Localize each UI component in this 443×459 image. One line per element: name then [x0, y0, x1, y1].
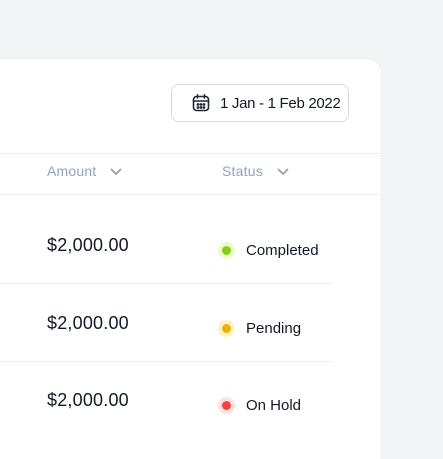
row-amount: $2,000.00 — [47, 235, 129, 255]
row-divider — [0, 361, 333, 362]
header-divider — [0, 153, 381, 154]
calendar-icon — [191, 93, 211, 113]
status-label: Completed — [246, 242, 319, 259]
status-label: Pending — [246, 320, 302, 337]
chevron-down-icon — [110, 167, 122, 176]
status-badge: On Hold — [218, 397, 301, 414]
chevron-down-icon — [277, 167, 289, 176]
status-dot-icon — [218, 320, 235, 337]
status-badge: Pending — [218, 320, 301, 337]
column-header-status-label: Status — [222, 163, 263, 179]
status-badge: Completed — [218, 242, 319, 259]
status-dot-icon — [218, 242, 235, 259]
column-header-divider — [0, 194, 381, 195]
row-amount: $2,000.00 — [47, 313, 129, 333]
row-amount: $2,000.00 — [47, 390, 129, 410]
column-header-amount-label: Amount — [47, 163, 97, 179]
row-divider — [0, 283, 333, 284]
column-header-amount[interactable]: Amount — [47, 163, 122, 179]
status-label: On Hold — [246, 397, 302, 414]
date-range-button[interactable]: 1 Jan - 1 Feb 2022 — [171, 84, 349, 122]
status-dot-icon — [218, 397, 235, 414]
date-range-label: 1 Jan - 1 Feb 2022 — [220, 94, 341, 112]
column-header-status[interactable]: Status — [222, 163, 289, 179]
